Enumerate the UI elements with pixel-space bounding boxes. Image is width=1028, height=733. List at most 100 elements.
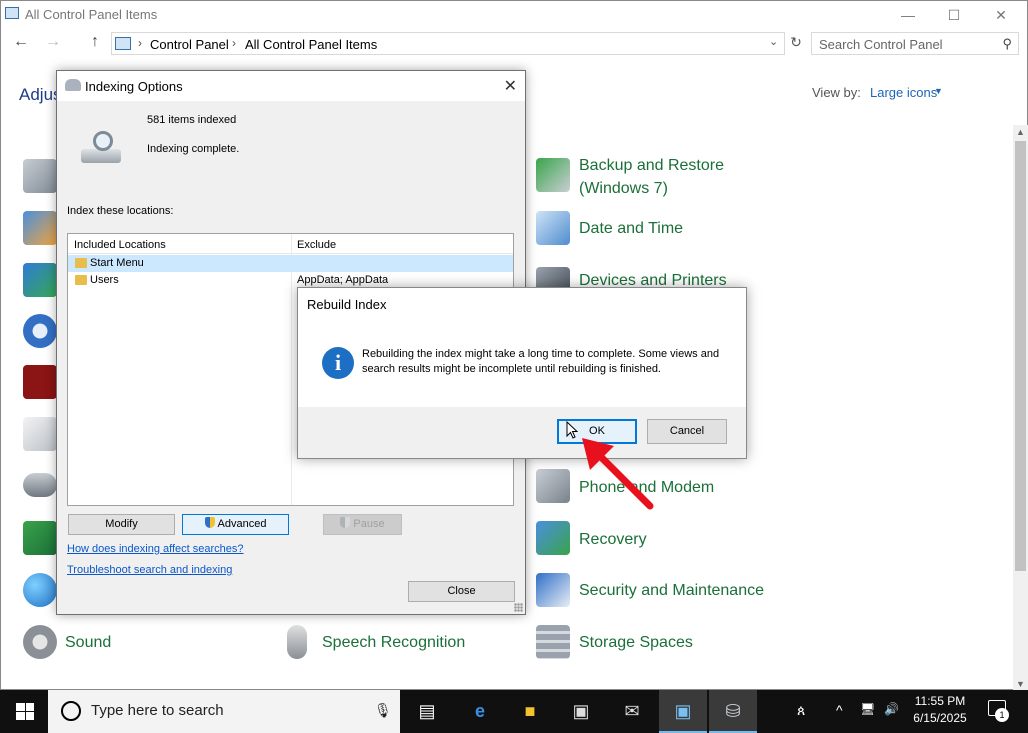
pause-button[interactable]: Pause <box>323 514 402 535</box>
breadcrumb-separator[interactable]: › <box>232 36 236 50</box>
vertical-scrollbar[interactable]: ▲ ▼ <box>1013 125 1028 691</box>
breadcrumb-all-items[interactable]: All Control Panel Items <box>245 37 377 52</box>
dialog-title: Indexing Options <box>85 79 183 94</box>
region-icon[interactable] <box>23 573 57 607</box>
cancel-button[interactable]: Cancel <box>647 419 727 444</box>
speech-recognition-link[interactable]: Speech Recognition <box>322 631 465 654</box>
control-panel-icon <box>115 37 131 50</box>
chevron-down-icon[interactable]: ▼ <box>934 86 943 96</box>
administrative-tools-icon[interactable] <box>23 159 57 193</box>
network-disconnected-icon[interactable]: 🖥 <box>860 702 875 716</box>
indexing-icon <box>65 79 81 91</box>
search-placeholder: Search Control Panel <box>819 37 943 52</box>
window-titlebar[interactable]: All Control Panel Items — ☐ ✕ <box>1 1 1027 29</box>
calendar-clock-icon[interactable] <box>536 211 570 245</box>
rebuild-index-dialog: Rebuild Index i Rebuilding the index mig… <box>297 287 747 459</box>
indexing-status: Indexing complete. <box>147 143 240 155</box>
troubleshoot-link[interactable]: Troubleshoot search and indexing <box>67 564 232 576</box>
storage-spaces-icon[interactable] <box>536 625 570 659</box>
defender-firewall-icon[interactable] <box>23 263 57 297</box>
scroll-down-icon[interactable]: ▼ <box>1016 679 1025 689</box>
advanced-button[interactable]: Advanced <box>182 514 289 535</box>
autoplay-icon[interactable] <box>23 211 57 245</box>
phone-modem-icon[interactable] <box>536 469 570 503</box>
scrollbar-thumb[interactable] <box>1015 141 1026 571</box>
ease-of-access-icon[interactable] <box>23 314 57 348</box>
list-item[interactable]: Start Menu <box>68 255 513 272</box>
scroll-up-icon[interactable]: ▲ <box>1016 127 1025 137</box>
recovery-link[interactable]: Recovery <box>579 528 647 551</box>
dialog-footer: OK Cancel <box>298 407 746 458</box>
mouse-icon[interactable] <box>23 473 57 497</box>
advanced-button-label: Advanced <box>217 518 267 530</box>
column-header-exclude[interactable]: Exclude <box>297 239 336 251</box>
minimize-button[interactable]: — <box>885 4 931 26</box>
recovery-icon[interactable] <box>536 521 570 555</box>
folder-icon <box>75 275 87 285</box>
windows-logo-icon <box>16 703 34 720</box>
dialog-titlebar[interactable]: Indexing Options ✕ <box>57 71 525 101</box>
security-maintenance-link[interactable]: Security and Maintenance <box>579 579 764 602</box>
people-icon[interactable]: ጰ <box>797 702 805 719</box>
file-explorer-icon[interactable]: ■ <box>506 690 554 733</box>
back-button[interactable]: ← <box>13 33 29 51</box>
close-button[interactable]: ✕ <box>978 4 1024 26</box>
date-time-link[interactable]: Date and Time <box>579 217 683 240</box>
start-button[interactable] <box>0 690 48 733</box>
backup-restore-link[interactable]: Backup and Restore (Windows 7) <box>579 154 724 200</box>
breadcrumb-separator[interactable]: › <box>138 36 142 50</box>
task-view-icon[interactable]: ▤ <box>403 690 451 733</box>
control-panel-icon <box>5 7 19 19</box>
clock-date[interactable]: 6/15/2025 <box>911 711 969 725</box>
resize-grip[interactable] <box>514 603 523 612</box>
pause-button-label: Pause <box>353 518 385 530</box>
how-indexing-link[interactable]: How does indexing affect searches? <box>67 543 244 555</box>
folder-icon <box>75 258 87 268</box>
view-by-label: View by: <box>812 85 861 100</box>
edge-icon[interactable]: e <box>456 690 504 733</box>
sound-link[interactable]: Sound <box>65 631 111 654</box>
refresh-button[interactable]: ↻ <box>787 34 805 52</box>
up-button[interactable]: ↑ <box>91 33 99 51</box>
notification-badge: 1 <box>995 708 1009 722</box>
uac-shield-icon <box>204 517 215 528</box>
address-bar[interactable]: › Control Panel › All Control Panel Item… <box>111 32 785 55</box>
red-arrow-annotation <box>582 438 654 510</box>
search-input[interactable]: Search Control Panel ⚲ <box>811 32 1019 55</box>
maximize-button[interactable]: ☐ <box>931 4 977 26</box>
location-name: Start Menu <box>90 257 144 269</box>
volume-icon[interactable]: 🔊 <box>884 702 899 716</box>
microphone-icon[interactable] <box>287 625 307 659</box>
power-options-icon[interactable] <box>23 521 57 555</box>
indexing-options-taskbar-icon[interactable]: ⛁ <box>709 690 757 733</box>
indexing-drive-icon <box>81 131 121 167</box>
info-icon: i <box>322 347 354 379</box>
internet-options-icon[interactable] <box>23 417 57 451</box>
column-header-included[interactable]: Included Locations <box>74 239 166 251</box>
search-icon[interactable]: ⚲ <box>1002 36 1012 52</box>
close-button[interactable]: ✕ <box>504 76 517 96</box>
breadcrumb-control-panel[interactable]: Control Panel <box>150 37 229 52</box>
close-dialog-button[interactable]: Close <box>408 581 515 602</box>
backup-restore-icon[interactable] <box>536 158 570 192</box>
flash-player-icon[interactable] <box>23 365 57 399</box>
taskbar-search-placeholder: Type here to search <box>91 702 224 719</box>
mail-icon[interactable]: ✉ <box>608 690 656 733</box>
address-row: ← → ↑ › Control Panel › All Control Pane… <box>1 31 1027 57</box>
view-by-dropdown[interactable]: Large icons <box>870 85 937 100</box>
chevron-down-icon[interactable]: ⌄ <box>769 35 778 48</box>
modify-button[interactable]: Modify <box>68 514 175 535</box>
location-name: Users <box>90 274 119 286</box>
store-icon[interactable]: ▣ <box>557 690 605 733</box>
clock-time[interactable]: 11:55 PM <box>914 694 966 708</box>
location-exclude: AppData; AppData <box>297 274 389 286</box>
window-title: All Control Panel Items <box>25 7 158 22</box>
taskbar-search-box[interactable]: Type here to search 🎙 <box>48 690 400 733</box>
security-flag-icon[interactable] <box>536 573 570 607</box>
forward-button[interactable]: → <box>45 33 61 51</box>
storage-spaces-link[interactable]: Storage Spaces <box>579 631 693 654</box>
microphone-icon[interactable]: 🎙 <box>374 702 392 719</box>
control-panel-taskbar-icon[interactable]: ▣ <box>659 690 707 733</box>
chevron-up-icon[interactable]: ^ <box>836 702 843 718</box>
speaker-icon[interactable] <box>23 625 57 659</box>
